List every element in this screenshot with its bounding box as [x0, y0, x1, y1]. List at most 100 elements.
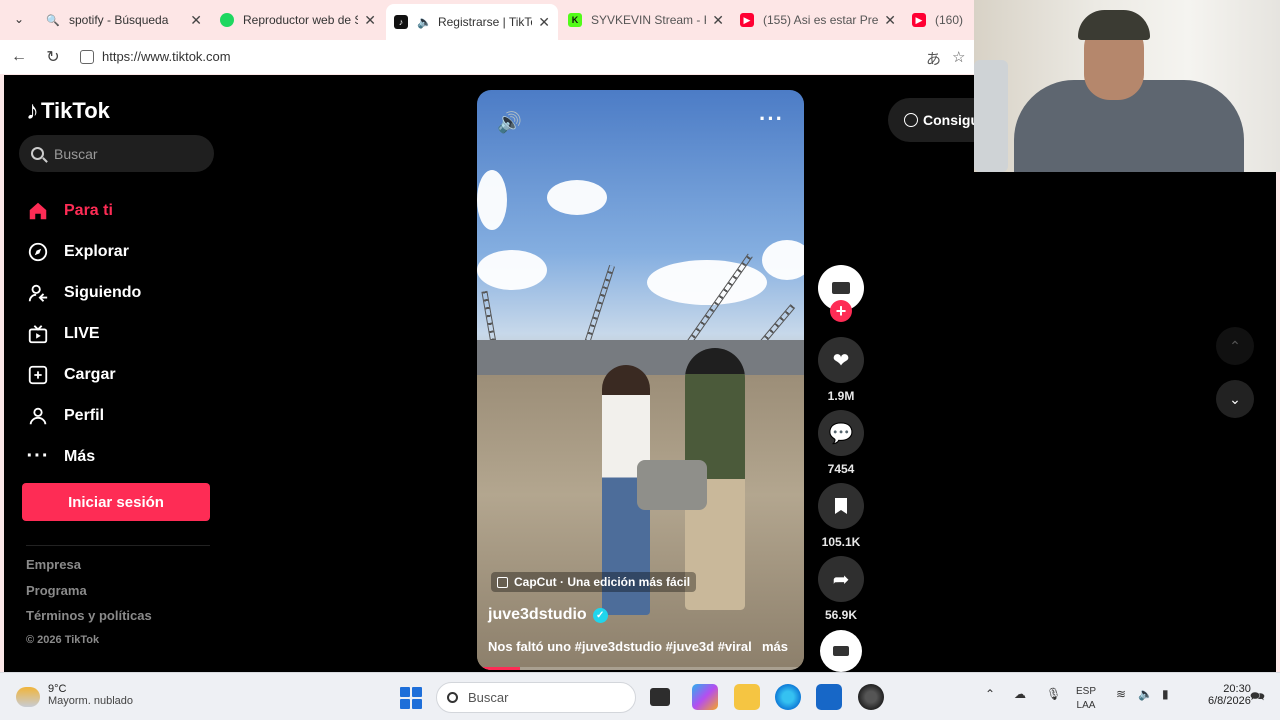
spotify-icon — [220, 13, 234, 27]
star-icon[interactable]: ☆ — [952, 48, 965, 66]
tiktok-note-icon: ♪ — [26, 95, 39, 125]
heart-icon[interactable]: ❤ — [818, 337, 864, 383]
capcut-badge[interactable]: CapCut · Una edición más fácil — [491, 572, 697, 592]
microphone-icon[interactable]: 🎙 — [1046, 687, 1061, 701]
compass-icon — [26, 240, 50, 264]
volume-icon[interactable]: 🔊 — [497, 110, 522, 135]
tab-spotify-search[interactable]: 🔍 spotify - Búsqueda ✕ — [38, 4, 210, 36]
wifi-icon[interactable]: ≋ — [1116, 687, 1126, 701]
taskbar-search-label: Buscar — [468, 690, 509, 705]
keyboard-layout: LAA — [1076, 700, 1096, 711]
url-field[interactable]: https://www.tiktok.com — [102, 49, 231, 64]
follow-plus-button[interactable]: + — [830, 300, 852, 322]
search-input[interactable] — [54, 145, 194, 162]
chevron-up-icon[interactable]: ⌃ — [985, 687, 995, 701]
more-icon: ··· — [26, 445, 50, 467]
m365-icon[interactable] — [692, 684, 718, 710]
close-icon[interactable]: ✕ — [712, 12, 724, 29]
avatar-logo — [832, 282, 850, 294]
video-progress-fill — [477, 667, 520, 670]
edge-icon[interactable] — [775, 684, 801, 710]
cloud-offline-icon[interactable]: ☁ — [1014, 687, 1026, 701]
close-icon[interactable]: ✕ — [364, 12, 376, 29]
footer-link-programa[interactable]: Programa — [26, 583, 152, 609]
share-count: 56.9K — [824, 608, 858, 622]
tiktok-logo[interactable]: ♪ TikTok — [26, 95, 110, 126]
webcam-overlay — [974, 0, 1280, 172]
windows-start-icon[interactable] — [400, 687, 422, 709]
tab-title: spotify - Búsqueda — [69, 13, 169, 27]
tab-title: SYVKEVIN Stream - Kick — [591, 13, 706, 27]
share-action[interactable]: ➦ 56.9K — [818, 556, 864, 622]
footer-link-empresa[interactable]: Empresa — [26, 557, 152, 583]
sidebar-item-mas[interactable]: ··· Más — [26, 436, 226, 477]
file-explorer-icon[interactable] — [734, 684, 760, 710]
comment-action[interactable]: 💬 7454 — [818, 410, 864, 476]
sidebar-item-explorar[interactable]: Explorar — [26, 231, 226, 272]
video-frame-detail — [637, 460, 707, 510]
following-icon — [26, 281, 50, 305]
save-action[interactable]: 105.1K — [818, 483, 864, 549]
tab-tiktok[interactable]: ♪ 🔈 Registrarse | TikTok ✕ — [386, 4, 558, 40]
youtube-icon: ▶ — [912, 13, 926, 27]
sidebar-item-perfil[interactable]: Perfil — [26, 395, 226, 436]
video-player[interactable]: 🔊 ··· CapCut · Una edición más fácil juv… — [477, 90, 804, 670]
tab-spotify-player[interactable]: Reproductor web de Spotify ✕ — [212, 4, 384, 36]
bookmark-icon[interactable] — [818, 483, 864, 529]
music-disc-avatar[interactable] — [820, 630, 862, 672]
sidebar-nav: Para ti Explorar Siguiendo LIVE Cargar P… — [26, 190, 226, 477]
caption-more-link[interactable]: más — [762, 639, 788, 654]
language-indicator[interactable]: ESP LAA — [1076, 685, 1096, 713]
video-frame-detail — [762, 240, 804, 280]
weather-widget[interactable]: 9°C Mayorm. nublado — [16, 683, 133, 707]
video-frame-detail — [477, 170, 507, 230]
login-button[interactable]: Iniciar sesión — [22, 483, 210, 521]
weather-temp: 9°C — [48, 683, 67, 695]
tab-youtube-2[interactable]: ▶ (160) Có — [904, 4, 974, 36]
webcam-detail — [1078, 10, 1150, 40]
system-clock[interactable]: 20:30 6/8/2026 — [1208, 683, 1251, 707]
notification-icon[interactable]: 🗪 — [1250, 687, 1265, 708]
translate-icon[interactable]: あ — [926, 48, 941, 69]
tiktok-icon: ♪ — [394, 15, 408, 29]
video-frame-detail — [477, 250, 547, 290]
sidebar-item-label: Cargar — [64, 365, 116, 383]
like-action[interactable]: ❤ 1.9M — [818, 337, 864, 403]
weather-cloud-icon — [16, 687, 40, 707]
chevron-down-icon[interactable]: ⌄ — [1216, 380, 1254, 418]
upload-icon — [26, 363, 50, 387]
comment-icon[interactable]: 💬 — [818, 410, 864, 456]
close-icon[interactable]: ✕ — [190, 12, 202, 29]
caption-text: Nos faltó uno #juve3dstudio #juve3d #vir… — [488, 639, 752, 654]
taskbar-search[interactable]: Buscar — [436, 682, 636, 713]
video-frame-detail — [647, 260, 767, 305]
more-options-icon[interactable]: ··· — [759, 106, 784, 132]
search-icon: 🔍 — [46, 14, 60, 27]
store-icon[interactable] — [816, 684, 842, 710]
video-progress-bar[interactable] — [477, 667, 804, 670]
search-box[interactable] — [19, 135, 214, 172]
kick-icon: K — [568, 13, 582, 27]
volume-icon[interactable]: 🔈 — [1138, 687, 1153, 701]
reload-icon[interactable]: ↻ — [42, 46, 64, 68]
sidebar-item-cargar[interactable]: Cargar — [26, 354, 226, 395]
share-icon[interactable]: ➦ — [818, 556, 864, 602]
speaker-icon[interactable]: 🔈 — [417, 15, 432, 29]
sidebar-item-para-ti[interactable]: Para ti — [26, 190, 226, 231]
app-icon[interactable] — [858, 684, 884, 710]
task-view-icon[interactable] — [650, 688, 670, 706]
close-icon[interactable]: ✕ — [538, 14, 550, 31]
back-arrow-icon[interactable]: ← — [8, 46, 30, 68]
video-author[interactable]: juve3dstudio ✓ — [488, 606, 608, 624]
footer-link-terminos[interactable]: Términos y políticas — [26, 608, 152, 634]
tab-kick[interactable]: K SYVKEVIN Stream - Kick ✕ — [560, 4, 732, 36]
chevron-up-icon[interactable]: ⌃ — [1216, 327, 1254, 365]
tab-search-chevron-icon[interactable]: ⌄ — [8, 8, 30, 30]
close-icon[interactable]: ✕ — [884, 12, 896, 29]
sidebar-item-siguiendo[interactable]: Siguiendo — [26, 272, 226, 313]
tab-youtube-1[interactable]: ▶ (155) Asi es estar Preso ✕ — [732, 4, 904, 36]
sidebar-item-live[interactable]: LIVE — [26, 313, 226, 354]
battery-icon[interactable]: ▮ — [1162, 687, 1169, 701]
site-info-icon[interactable] — [80, 50, 94, 64]
sidebar-footer: Empresa Programa Términos y políticas © … — [26, 557, 152, 659]
